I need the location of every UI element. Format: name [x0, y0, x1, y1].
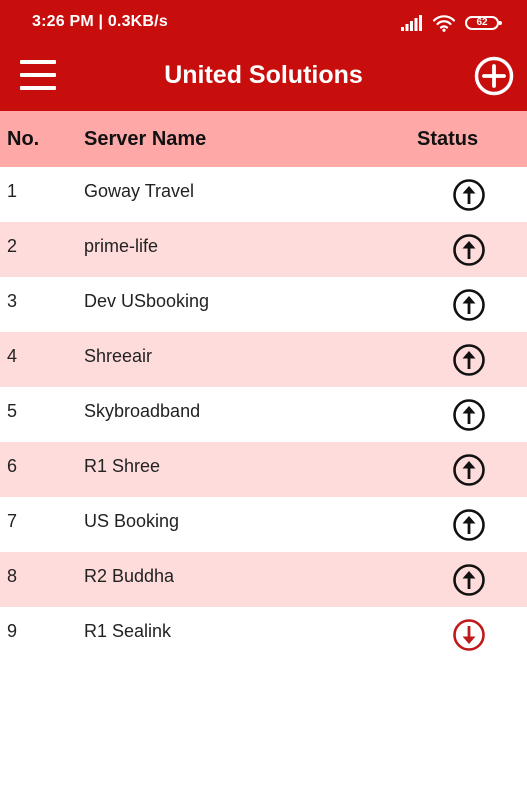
table-row[interactable]: 7 US Booking [0, 497, 527, 552]
server-name: US Booking [84, 511, 180, 531]
row-number: 1 [7, 181, 18, 201]
row-number: 7 [7, 511, 18, 531]
table-header: No. Server Name Status [0, 111, 527, 167]
server-name: R1 Shree [84, 456, 161, 476]
header-status: Status [417, 127, 479, 150]
header-no: No. [7, 127, 40, 150]
server-name: Dev USbooking [84, 291, 210, 311]
server-name: prime-life [84, 236, 159, 256]
screen: 3:26 PM | 0.3KB/s 62 United Solutions No… [0, 0, 527, 800]
row-number: 3 [7, 291, 18, 311]
row-number: 8 [7, 566, 18, 586]
wifi-icon [433, 14, 455, 32]
table-row[interactable]: 6 R1 Shree [0, 442, 527, 497]
server-name: Skybroadband [84, 401, 201, 421]
table-row[interactable]: 1 Goway Travel [0, 167, 527, 222]
battery-level: 62 [476, 17, 488, 28]
add-server-button[interactable] [474, 56, 514, 96]
app-title: United Solutions [164, 61, 363, 89]
arrow-up-circle-icon[interactable] [452, 343, 486, 377]
status-time: 3:26 PM | 0.3KB/s [32, 13, 168, 30]
server-name: Shreeair [84, 346, 153, 366]
top-bar: 3:26 PM | 0.3KB/s 62 United Solutions [0, 0, 527, 111]
table-row[interactable]: 8 R2 Buddha [0, 552, 527, 607]
table-row[interactable]: 2 prime-life [0, 222, 527, 277]
table-row[interactable]: 4 Shreeair [0, 332, 527, 387]
arrow-up-circle-icon[interactable] [452, 178, 486, 212]
table-row[interactable]: 3 Dev USbooking [0, 277, 527, 332]
arrow-up-circle-icon[interactable] [452, 453, 486, 487]
add-circle-icon [474, 56, 514, 96]
header-server-name: Server Name [84, 127, 207, 150]
app-bar: United Solutions [0, 44, 527, 111]
row-number: 9 [7, 621, 18, 641]
row-number: 2 [7, 236, 18, 256]
server-name: R1 Sealink [84, 621, 172, 641]
row-number: 5 [7, 401, 18, 421]
arrow-up-circle-icon[interactable] [452, 398, 486, 432]
table-row[interactable]: 5 Skybroadband [0, 387, 527, 442]
status-icons: 62 [401, 13, 502, 33]
arrow-up-circle-icon[interactable] [452, 563, 486, 597]
battery-icon: 62 [465, 16, 502, 30]
arrow-down-circle-icon[interactable] [452, 618, 486, 652]
row-number: 4 [7, 346, 18, 366]
arrow-up-circle-icon[interactable] [452, 508, 486, 542]
arrow-up-circle-icon[interactable] [452, 233, 486, 267]
arrow-up-circle-icon[interactable] [452, 288, 486, 322]
row-number: 6 [7, 456, 18, 476]
server-list: 1 Goway Travel 2 prime-life 3 Dev USbook… [0, 167, 527, 662]
table-row[interactable]: 9 R1 Sealink [0, 607, 527, 662]
server-name: Goway Travel [84, 181, 195, 201]
status-bar: 3:26 PM | 0.3KB/s 62 [0, 0, 527, 44]
signal-icon [401, 15, 423, 31]
server-name: R2 Buddha [84, 566, 175, 586]
